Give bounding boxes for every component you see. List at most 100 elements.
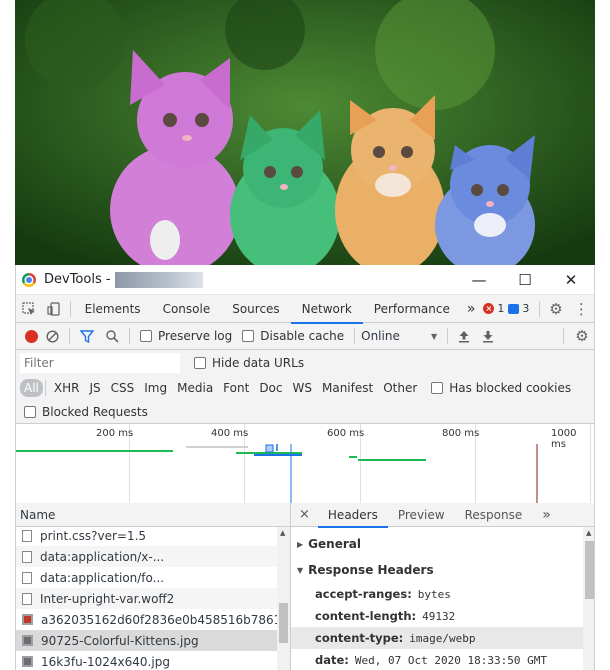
divider bbox=[69, 328, 70, 344]
throttling-select[interactable]: Online ▼ bbox=[361, 329, 437, 343]
more-tabs-icon[interactable]: » bbox=[461, 295, 482, 323]
request-row[interactable]: Inter-upright-var.woff2 bbox=[16, 588, 290, 609]
tab-elements[interactable]: Elements bbox=[74, 295, 152, 323]
hide-data-urls-box[interactable] bbox=[194, 357, 206, 369]
header-row: content-length: 49132 bbox=[291, 605, 594, 627]
divider bbox=[129, 328, 130, 344]
type-filter-font[interactable]: Font bbox=[219, 379, 253, 397]
request-row-selected[interactable]: 90725-Colorful-Kittens.jpg bbox=[16, 630, 290, 651]
type-filter-other[interactable]: Other bbox=[379, 379, 421, 397]
general-section-title: General bbox=[308, 537, 361, 551]
file-icon bbox=[22, 550, 32, 563]
scroll-up-arrow-icon[interactable]: ▲ bbox=[586, 529, 591, 537]
scroll-up-arrow-icon[interactable]: ▲ bbox=[280, 529, 285, 537]
has-blocked-cookies-checkbox[interactable]: Has blocked cookies bbox=[431, 381, 571, 395]
kittens-photo bbox=[15, 0, 595, 265]
details-scrollbar[interactable]: ▲ bbox=[583, 527, 594, 670]
tab-console[interactable]: Console bbox=[152, 295, 222, 323]
divider bbox=[69, 300, 71, 317]
search-icon[interactable] bbox=[106, 329, 119, 343]
header-value: bytes bbox=[417, 587, 451, 601]
resource-type-filters: All XHR JS CSS Img Media Font Doc WS Man… bbox=[16, 376, 594, 400]
response-headers-section-toggle[interactable]: ▼ Response Headers bbox=[291, 557, 594, 583]
network-overview-timeline[interactable]: 200 ms 400 ms 600 ms 800 ms 1000 ms bbox=[16, 424, 594, 504]
request-row[interactable]: 16k3fu-1024x640.jpg bbox=[16, 651, 290, 670]
divider bbox=[44, 380, 46, 396]
request-name: Inter-upright-var.woff2 bbox=[40, 591, 175, 606]
tab-preview[interactable]: Preview bbox=[388, 503, 455, 527]
preserve-log-box[interactable] bbox=[140, 330, 152, 342]
orange-kitten bbox=[335, 95, 445, 265]
divider bbox=[563, 328, 564, 344]
close-details-icon[interactable]: × bbox=[291, 503, 318, 527]
filter-input[interactable] bbox=[20, 353, 180, 373]
type-filter-manifest[interactable]: Manifest bbox=[318, 379, 377, 397]
maximize-button[interactable]: ☐ bbox=[502, 265, 548, 295]
type-filter-js[interactable]: JS bbox=[85, 379, 104, 397]
type-filter-xhr[interactable]: XHR bbox=[50, 379, 84, 397]
devtools-window: DevTools - — ☐ ✕ Elements Console Source… bbox=[15, 265, 595, 670]
kebab-menu-icon[interactable]: ⋮ bbox=[569, 295, 594, 323]
header-name: date: bbox=[315, 653, 349, 667]
disable-cache-box[interactable] bbox=[242, 330, 255, 342]
preserve-log-checkbox[interactable]: Preserve log bbox=[140, 329, 232, 343]
type-filter-img[interactable]: Img bbox=[140, 379, 171, 397]
message-count: 3 bbox=[522, 302, 530, 315]
minimize-button[interactable]: — bbox=[456, 265, 502, 295]
blocked-requests-bar: Blocked Requests bbox=[16, 400, 594, 424]
more-detail-tabs-icon[interactable]: » bbox=[532, 503, 561, 527]
request-row[interactable]: data:application/x-... bbox=[16, 546, 290, 567]
type-filter-media[interactable]: Media bbox=[173, 379, 217, 397]
request-row[interactable]: print.css?ver=1.5 bbox=[16, 525, 290, 546]
filter-funnel-icon[interactable] bbox=[80, 329, 94, 343]
hide-data-urls-checkbox[interactable]: Hide data URLs bbox=[194, 356, 304, 370]
file-icon bbox=[22, 592, 32, 605]
disable-cache-checkbox[interactable]: Disable cache bbox=[242, 329, 344, 343]
request-row[interactable]: a362035162d60f2836e0b458516b7861?s=28 bbox=[16, 609, 290, 630]
inspect-element-icon[interactable] bbox=[16, 295, 41, 323]
details-tabbar: × Headers Preview Response » bbox=[291, 503, 594, 528]
tab-headers[interactable]: Headers bbox=[317, 503, 388, 528]
filter-bar: Hide data URLs bbox=[16, 350, 594, 376]
blocked-requests-label: Blocked Requests bbox=[42, 404, 148, 419]
scrollbar-thumb[interactable] bbox=[585, 541, 594, 599]
tab-performance[interactable]: Performance bbox=[363, 295, 461, 323]
close-window-button[interactable]: ✕ bbox=[548, 265, 594, 295]
settings-gear-icon[interactable]: ⚙ bbox=[543, 295, 568, 323]
tab-network[interactable]: Network bbox=[290, 295, 363, 324]
clear-icon[interactable] bbox=[46, 329, 59, 343]
collapsed-triangle-icon: ▶ bbox=[297, 539, 304, 549]
header-row: accept-ranges: bytes bbox=[291, 583, 594, 605]
type-filter-ws[interactable]: WS bbox=[289, 379, 316, 397]
tab-sources[interactable]: Sources bbox=[221, 295, 290, 323]
has-blocked-cookies-box[interactable] bbox=[431, 382, 444, 394]
issues-counter[interactable]: × 1 3 bbox=[483, 302, 529, 315]
request-row[interactable]: data:application/fo... bbox=[16, 567, 290, 588]
type-filter-css[interactable]: CSS bbox=[107, 379, 139, 397]
name-column-header[interactable]: Name bbox=[16, 503, 290, 527]
blocked-requests-box[interactable] bbox=[24, 405, 36, 418]
type-filter-all[interactable]: All bbox=[20, 379, 43, 397]
network-toolbar: Preserve log Disable cache Online ▼ ⚙ bbox=[16, 323, 594, 350]
network-settings-icon[interactable]: ⚙ bbox=[570, 322, 594, 350]
request-list-scrollbar[interactable]: ▲ bbox=[277, 527, 290, 670]
record-button[interactable] bbox=[25, 329, 38, 343]
import-har-icon[interactable] bbox=[458, 330, 470, 343]
request-name: data:application/fo... bbox=[40, 570, 165, 585]
header-row-highlighted: content-type: image/webp bbox=[291, 627, 594, 649]
has-blocked-cookies-label: Has blocked cookies bbox=[449, 381, 572, 395]
export-har-icon[interactable] bbox=[482, 330, 494, 343]
general-section-toggle[interactable]: ▶ General bbox=[291, 531, 594, 557]
blocked-requests-checkbox[interactable]: Blocked Requests bbox=[24, 405, 148, 419]
device-toolbar-icon[interactable] bbox=[41, 295, 66, 323]
scrollbar-thumb[interactable] bbox=[279, 603, 288, 643]
panel-tabbar: Elements Console Sources Network Perform… bbox=[16, 295, 594, 324]
request-name: data:application/x-... bbox=[40, 549, 165, 564]
request-name: print.css?ver=1.5 bbox=[40, 528, 147, 543]
request-name: 16k3fu-1024x640.jpg bbox=[41, 654, 170, 669]
title-bar: DevTools - — ☐ ✕ bbox=[16, 265, 594, 295]
header-name: content-length: bbox=[315, 609, 417, 623]
tab-response[interactable]: Response bbox=[455, 503, 533, 527]
type-filter-doc[interactable]: Doc bbox=[255, 379, 286, 397]
throttling-value: Online bbox=[361, 329, 400, 343]
